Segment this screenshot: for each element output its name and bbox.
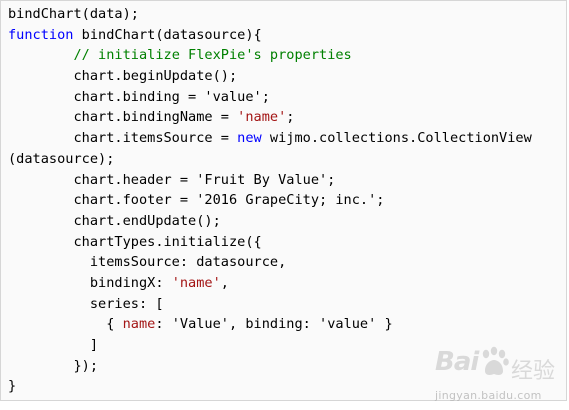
code-line: bindChart(data);: [8, 4, 566, 25]
code-token: });: [8, 357, 99, 374]
code-line: ]: [8, 335, 566, 356]
code-token: itemsSource: datasource,: [8, 254, 287, 271]
code-line: chart.header = 'Fruit By Value';: [8, 170, 566, 191]
code-token: chart.itemsSource =: [8, 130, 238, 147]
code-listing: bindChart(data); function bindChart(datas…: [1, 1, 566, 397]
code-block: bindChart(data); function bindChart(datas…: [0, 0, 567, 401]
code-line: bindingX: 'name',: [8, 273, 566, 294]
code-line: chart.binding = 'value';: [8, 87, 566, 108]
code-line: { name: 'Value', binding: 'value' }: [8, 314, 566, 335]
code-token: chart.endUpdate();: [8, 212, 221, 229]
code-token: {: [8, 316, 123, 333]
code-line: (datasource);: [8, 149, 566, 170]
code-token: ]: [8, 337, 99, 353]
code-token: }: [8, 378, 17, 395]
code-keyword: function: [8, 26, 74, 43]
code-line: itemsSource: datasource,: [8, 252, 566, 273]
code-line: chart.itemsSource = new wijmo.collection…: [8, 128, 566, 149]
code-string: 'name': [171, 274, 221, 291]
code-token: chart.beginUpdate();: [8, 68, 238, 85]
code-line: chart.endUpdate();: [8, 211, 566, 232]
code-line: chartTypes.initialize({: [8, 232, 566, 253]
code-line: });: [8, 356, 566, 377]
code-token: chart.bindingName =: [8, 109, 238, 126]
code-line: chart.bindingName = 'name';: [8, 107, 566, 128]
code-line: // initialize FlexPie's properties: [8, 45, 566, 66]
code-line: function bindChart(datasource){: [8, 25, 566, 46]
code-line: }: [8, 376, 566, 397]
code-keyword: new: [237, 130, 262, 147]
code-token: wijmo.collections.CollectionView: [261, 130, 532, 147]
code-line: chart.beginUpdate();: [8, 66, 566, 87]
code-token: bindChart(data);: [8, 6, 139, 22]
code-string: name: [122, 316, 156, 333]
code-token: chart.binding = 'value';: [8, 88, 270, 105]
code-comment: // initialize FlexPie's properties: [73, 47, 352, 64]
code-token: chart.footer = '2016 GrapeCity; inc.';: [8, 192, 385, 209]
code-token: chartTypes.initialize({: [8, 233, 262, 250]
code-line: chart.footer = '2016 GrapeCity; inc.';: [8, 190, 566, 211]
code-token: (datasource);: [8, 150, 115, 167]
code-token: ;: [286, 109, 295, 126]
code-token: series: [: [8, 295, 164, 312]
code-token: : 'Value', binding: 'value' }: [155, 316, 393, 333]
code-token: chart.header = 'Fruit By Value';: [8, 171, 336, 188]
code-line: series: [: [8, 294, 566, 315]
code-token: ,: [220, 274, 229, 291]
code-string: 'name': [237, 109, 287, 126]
code-token: bindingX:: [8, 274, 172, 291]
code-token: bindChart(datasource){: [73, 26, 262, 43]
